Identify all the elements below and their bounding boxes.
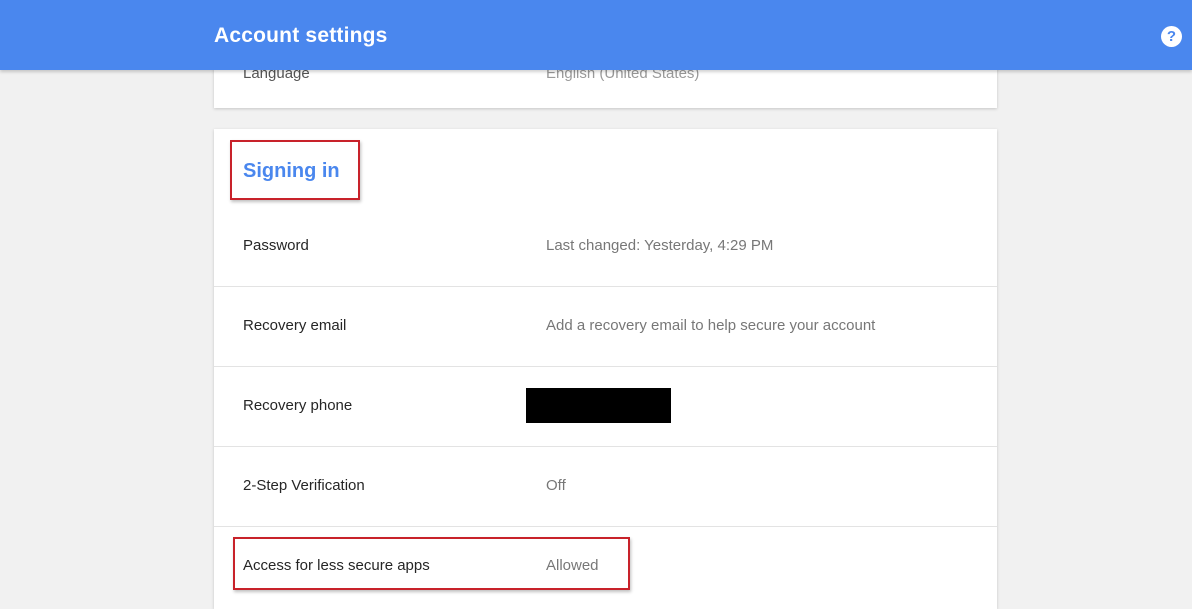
redacted-phone-number (526, 388, 671, 423)
page-title: Account settings (214, 24, 388, 47)
top-app-bar: Account settings ? (0, 0, 1192, 70)
password-label: Password (243, 237, 309, 254)
password-row[interactable]: Password Last changed: Yesterday, 4:29 P… (214, 207, 997, 287)
two-step-verification-label: 2-Step Verification (243, 477, 365, 494)
help-icon[interactable]: ? (1161, 26, 1182, 47)
section-title-signing-in: Signing in (243, 160, 340, 182)
less-secure-apps-value: Allowed (546, 557, 599, 574)
recovery-email-label: Recovery email (243, 317, 347, 334)
password-value: Last changed: Yesterday, 4:29 PM (546, 237, 774, 254)
recovery-phone-label: Recovery phone (243, 397, 353, 414)
two-step-verification-value: Off (546, 477, 566, 494)
less-secure-apps-label: Access for less secure apps (243, 557, 430, 574)
recovery-phone-row[interactable]: Recovery phone (214, 367, 997, 447)
less-secure-apps-row[interactable]: Access for less secure apps Allowed (214, 527, 997, 607)
signing-in-card: Signing in Password Last changed: Yester… (214, 129, 997, 609)
recovery-email-row[interactable]: Recovery email Add a recovery email to h… (214, 287, 997, 367)
recovery-email-value: Add a recovery email to help secure your… (546, 317, 876, 334)
two-step-verification-row[interactable]: 2-Step Verification Off (214, 447, 997, 527)
